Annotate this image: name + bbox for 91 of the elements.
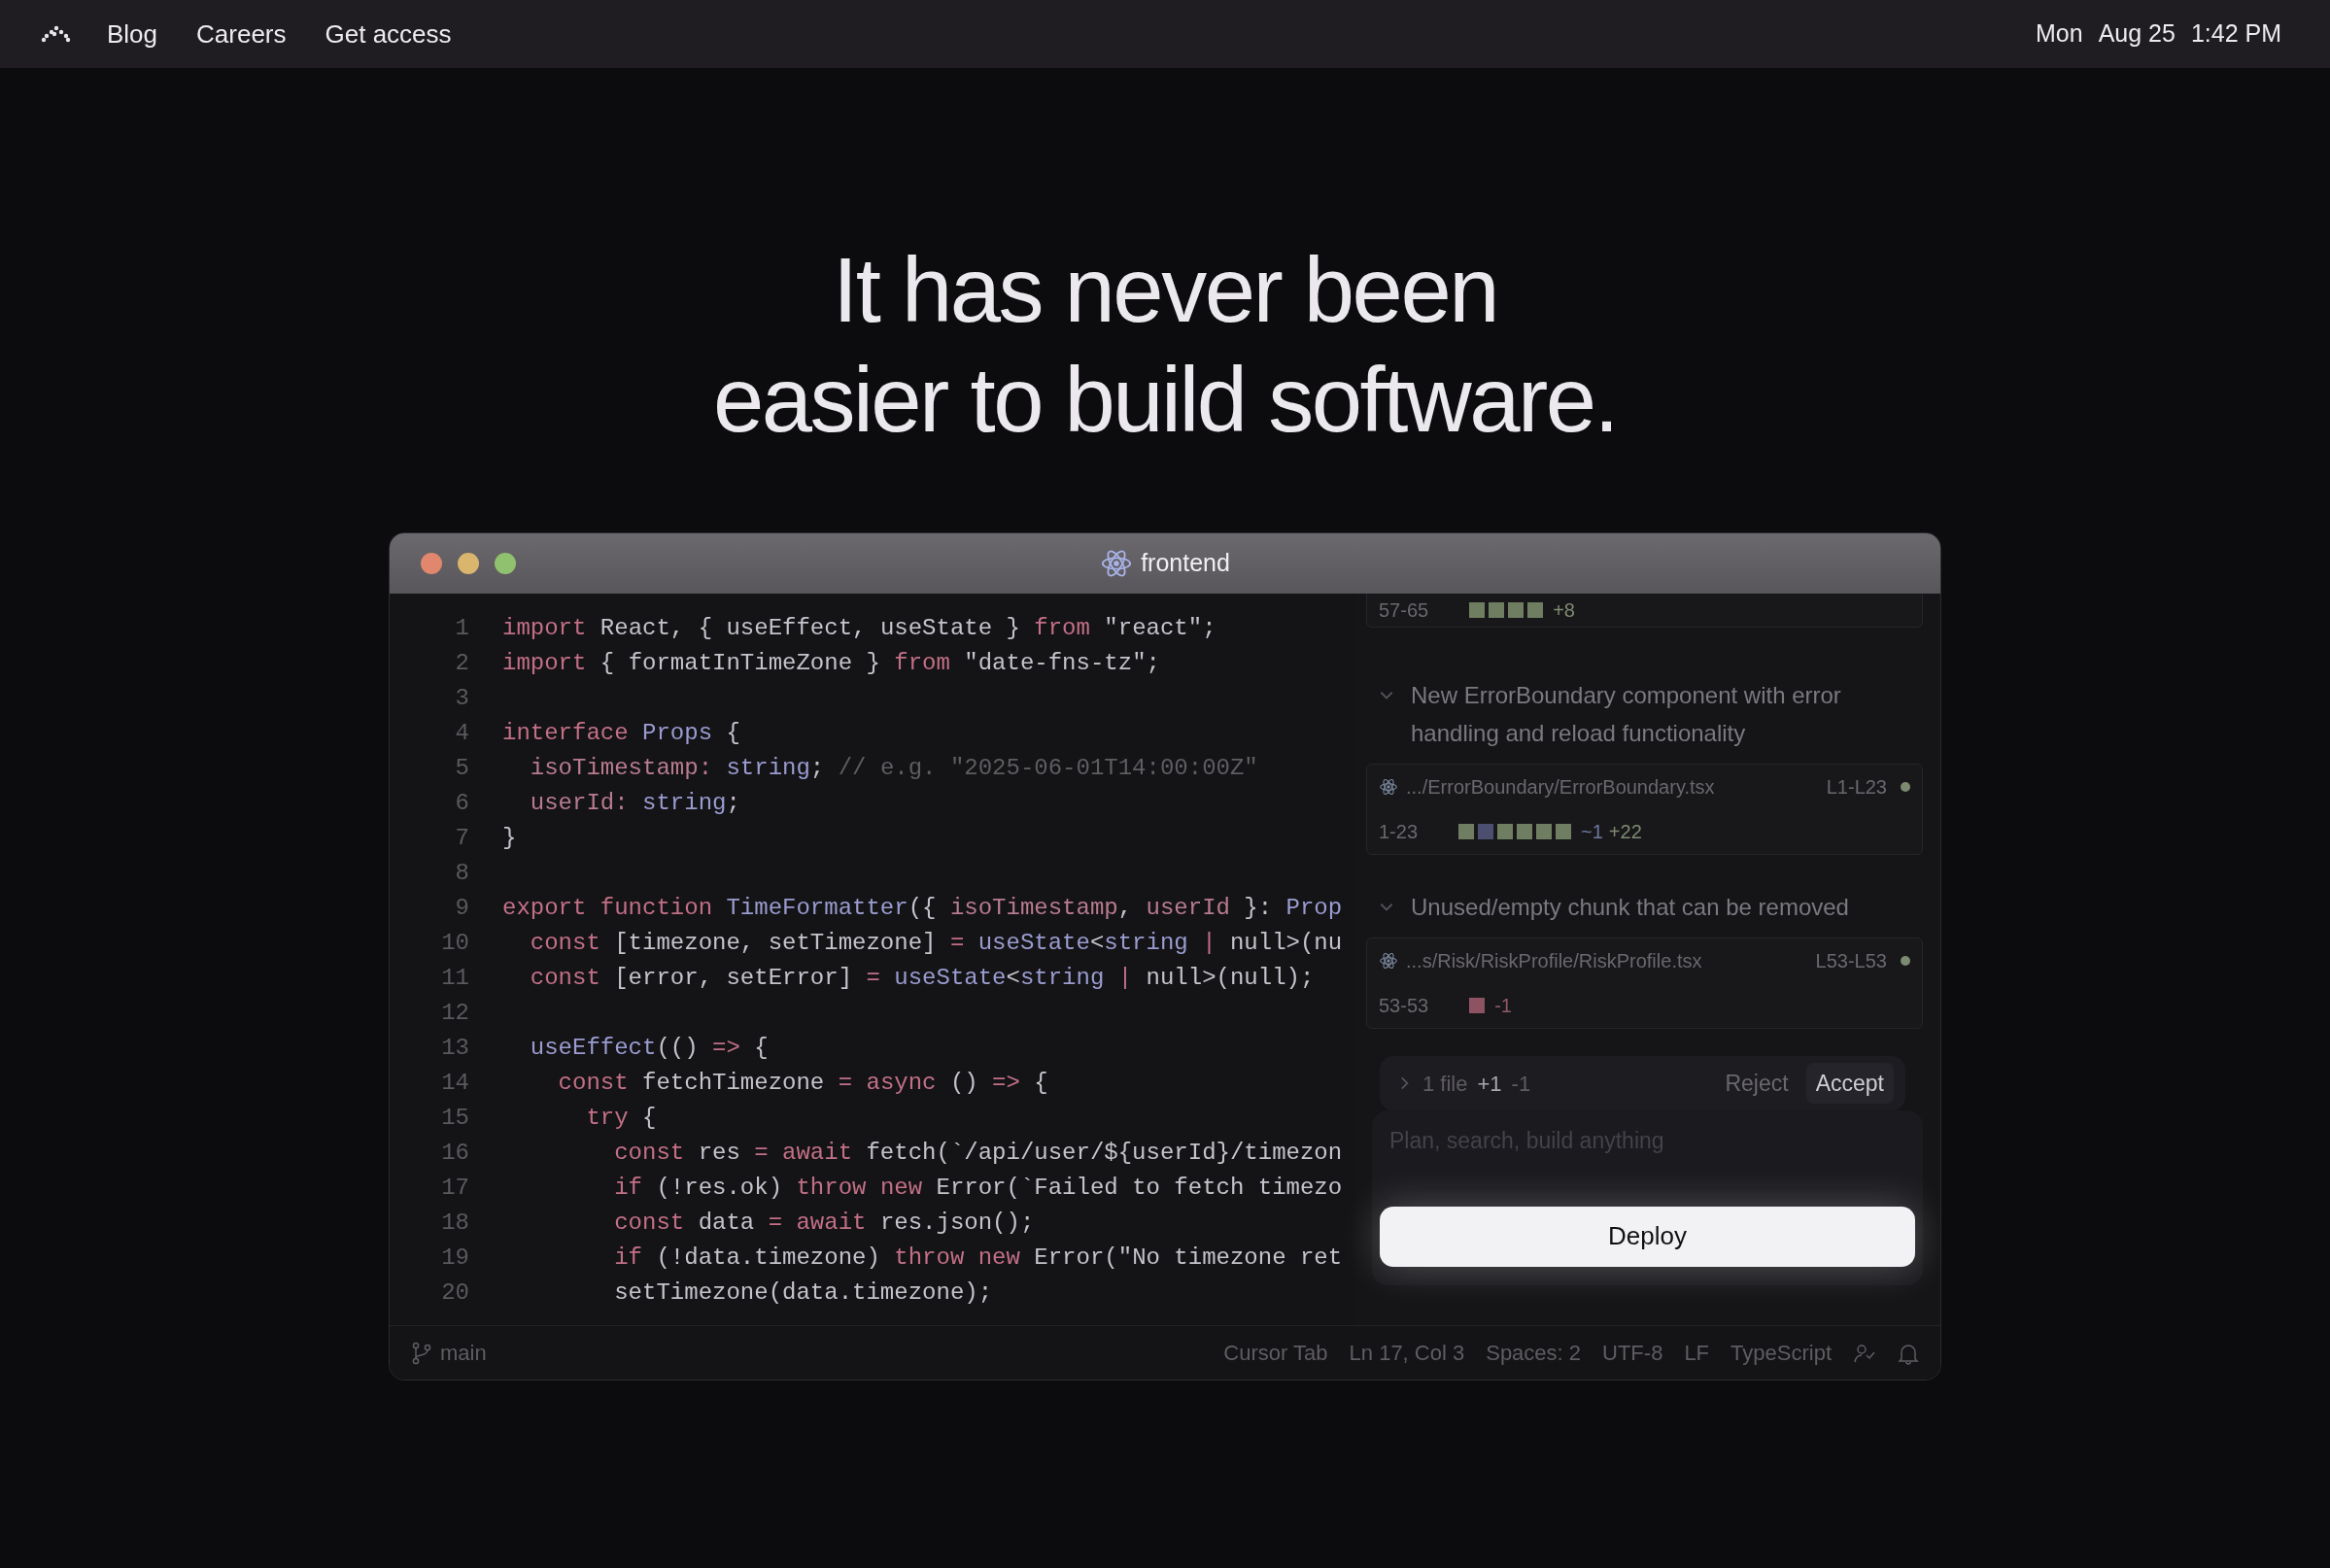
- code-line: import { formatInTimeZone } from "date-fns-tz";: [502, 649, 1160, 678]
- line-number: 17: [440, 1174, 469, 1203]
- diff-count: +22: [1608, 820, 1642, 844]
- code-line: if (!res.ok) throw new Error(`Failed to fetch timezo: [613, 1174, 1343, 1203]
- diff-square: [1517, 824, 1533, 839]
- line-number: 15: [440, 1104, 469, 1133]
- line-number: 6: [454, 789, 469, 818]
- code-line: useEffect(() => {: [529, 1034, 769, 1063]
- diff-square: [1478, 824, 1494, 839]
- status-item[interactable]: Cursor Tab: [1223, 1337, 1328, 1369]
- diff-square: [1469, 998, 1486, 1013]
- code-line: isoTimestamp: string; // e.g. "2025-06-01T14:00:00Z": [529, 754, 1258, 783]
- diff-square: [1497, 824, 1514, 839]
- line-number: 11: [440, 964, 469, 993]
- added-count: +1: [1477, 1070, 1502, 1098]
- diff-count: -1: [1494, 994, 1512, 1018]
- react-icon: [1379, 951, 1398, 971]
- headline: easier to build software.: [711, 348, 1619, 453]
- status-item[interactable]: LF: [1684, 1337, 1710, 1369]
- clock-text: 1:42 PM: [2190, 18, 2281, 50]
- line-number: 13: [440, 1034, 469, 1063]
- status-dot-icon: [1901, 782, 1910, 792]
- code-line: interface Props {: [502, 719, 740, 748]
- line-number: 16: [440, 1139, 469, 1168]
- status-item[interactable]: Ln 17, Col 3: [1349, 1337, 1465, 1369]
- code-line: if (!data.timezone) throw new Error("No timezone ret: [613, 1244, 1343, 1273]
- code-line: try {: [585, 1104, 657, 1133]
- clock-text: Mon: [2036, 18, 2083, 50]
- code-line: export function TimeFormatter({ isoTimestamp, userId }: Prop: [502, 894, 1343, 923]
- line-number: 5: [454, 754, 469, 783]
- line-number: 14: [440, 1069, 469, 1098]
- line-number: 18: [440, 1209, 469, 1238]
- diff-square: [1536, 824, 1553, 839]
- removed-count: -1: [1511, 1070, 1531, 1098]
- react-icon: [1379, 777, 1398, 797]
- status-dot-icon: [1901, 956, 1910, 966]
- branch-name[interactable]: main: [440, 1337, 487, 1369]
- line-range: 1-23: [1379, 820, 1419, 844]
- line-number: 2: [454, 649, 469, 678]
- line-number: 4: [454, 719, 469, 748]
- line-range: 57-65: [1379, 598, 1429, 623]
- window-title: frontend: [1141, 548, 1230, 579]
- status-item[interactable]: UTF-8: [1602, 1337, 1663, 1369]
- branch-icon: [411, 1341, 432, 1365]
- accept-button[interactable]: Accept: [1805, 1062, 1894, 1105]
- code-line: const data = await res.json();: [613, 1209, 1035, 1238]
- deploy-button[interactable]: Deploy: [1380, 1206, 1915, 1267]
- line-number: 7: [454, 824, 469, 853]
- line-number: 1: [454, 614, 469, 643]
- diff-square: [1469, 602, 1486, 618]
- file-count: 1 file: [1422, 1070, 1468, 1098]
- diff-square: [1556, 824, 1572, 839]
- code-line: const [error, setError] = useState<string | null>(null);: [529, 964, 1315, 993]
- nav-link[interactable]: Careers: [196, 15, 287, 53]
- line-number: 9: [454, 894, 469, 923]
- diff-square: [1489, 602, 1505, 618]
- diff-square: [1508, 602, 1525, 618]
- line-range: L53-L53: [1815, 949, 1887, 973]
- code-line: setTimezone(data.timezone);: [613, 1278, 993, 1308]
- line-number: 12: [440, 999, 469, 1028]
- code-line: }: [502, 824, 517, 853]
- line-number: 10: [440, 929, 469, 958]
- file-path[interactable]: ...s/Risk/RiskProfile/RiskProfile.tsx: [1406, 946, 1702, 975]
- line-number: 3: [454, 684, 469, 713]
- group-title: Unused/empty chunk that can be removed: [1411, 893, 1849, 922]
- status-item[interactable]: TypeScript: [1730, 1337, 1832, 1369]
- group-title: New ErrorBoundary component with error handling and reload functionality: [1411, 681, 1842, 748]
- diff-square: [1458, 824, 1475, 839]
- nav-link[interactable]: Blog: [107, 15, 158, 53]
- minimize-window-button[interactable]: [458, 553, 479, 574]
- file-path[interactable]: .../ErrorBoundary/ErrorBoundary.tsx: [1406, 772, 1715, 801]
- reject-button[interactable]: Reject: [1715, 1062, 1799, 1105]
- line-number: 19: [440, 1244, 469, 1273]
- diff-count: +8: [1553, 598, 1575, 623]
- line-number: 8: [454, 859, 469, 888]
- diff-square: [1527, 602, 1544, 618]
- status-item[interactable]: Spaces: 2: [1486, 1337, 1582, 1369]
- close-window-button[interactable]: [421, 553, 442, 574]
- headline: It has never been: [832, 238, 1498, 343]
- code-line: const fetchTimezone = async () => {: [557, 1069, 1048, 1098]
- clock-text: Aug 25: [2098, 18, 2176, 50]
- maximize-window-button[interactable]: [495, 553, 516, 574]
- line-range: 53-53: [1379, 994, 1429, 1018]
- diff-count: ~1: [1581, 820, 1603, 844]
- code-line: const res = await fetch(`/api/user/${userId}/timezon: [613, 1139, 1343, 1168]
- code-line: import React, { useEffect, useState } from "react";: [502, 614, 1216, 643]
- nav-link[interactable]: Get access: [325, 15, 452, 53]
- code-line: userId: string;: [529, 789, 740, 818]
- line-range: L1-L23: [1826, 775, 1887, 800]
- line-number: 20: [440, 1278, 469, 1308]
- code-line: const [timezone, setTimezone] = useState<string | null>(nu: [529, 929, 1343, 958]
